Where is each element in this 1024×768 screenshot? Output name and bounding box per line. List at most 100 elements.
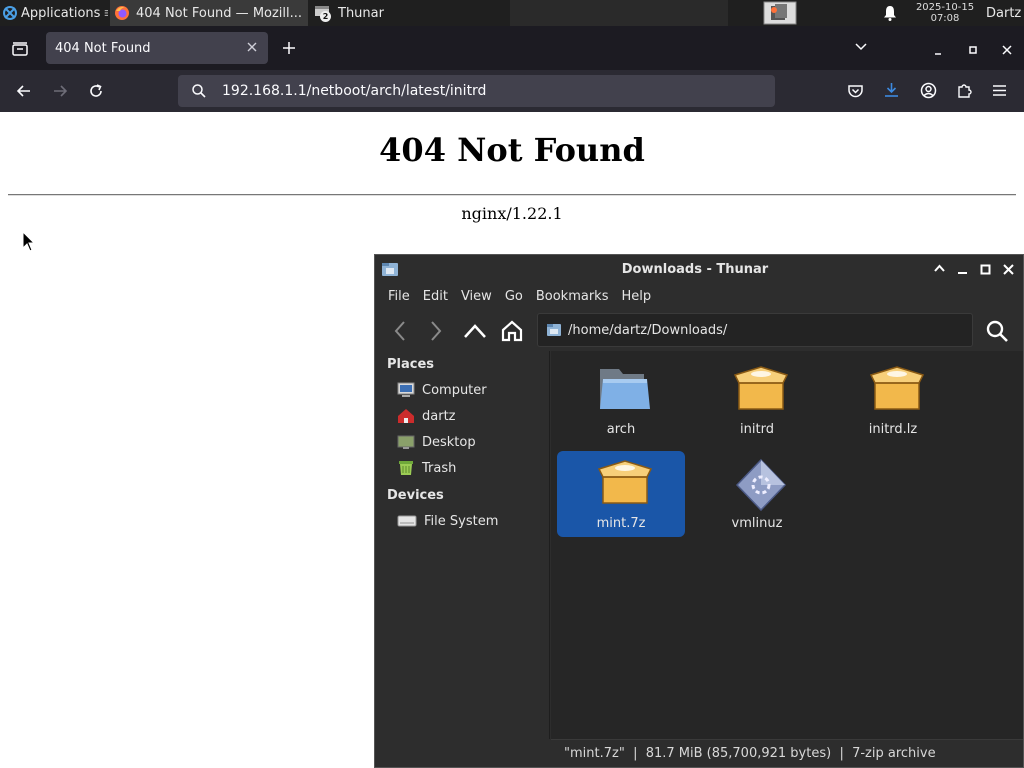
thunar-titlebar[interactable]: Downloads - Thunar [375, 255, 1023, 283]
pocket-icon[interactable] [847, 83, 864, 99]
clock-date: 2025-10-15 [915, 2, 975, 13]
desktop-icon [397, 434, 415, 450]
places-heading: Places [387, 357, 435, 372]
server-signature: nginx/1.22.1 [461, 204, 563, 223]
workspace-switcher[interactable] [732, 0, 828, 26]
sidebar-item-desktop[interactable]: Desktop [397, 430, 476, 454]
sidebar-item-label: dartz [422, 408, 456, 424]
tab-title: 404 Not Found [55, 40, 151, 56]
devices-heading: Devices [387, 488, 444, 503]
close-window-icon[interactable] [1001, 44, 1013, 56]
sidebar-item-label: Desktop [422, 434, 476, 450]
page-heading: 404 Not Found [379, 131, 645, 169]
tab-close-icon[interactable] [245, 40, 259, 54]
folder-icon [597, 363, 653, 415]
file-item-initrd[interactable]: initrd [693, 357, 821, 443]
file-item-initrd-lz[interactable]: initrd.lz [829, 357, 957, 443]
notifications-bell-icon[interactable] [876, 0, 904, 26]
home-folder-icon [397, 408, 415, 424]
file-label: mint.7z [596, 516, 646, 531]
firefox-icon [114, 5, 130, 21]
workspace-preview-icon [763, 1, 797, 25]
new-tab-plus-icon[interactable] [282, 41, 296, 55]
file-label: vmlinuz [731, 516, 783, 531]
sidebar-item-label: Computer [422, 382, 487, 398]
menu-file[interactable]: File [388, 289, 410, 304]
thunar-window-title: Downloads - Thunar [621, 262, 769, 277]
divider [8, 194, 1016, 196]
maximize-icon[interactable] [968, 45, 978, 55]
minimize-icon[interactable] [933, 46, 943, 56]
firefox-view-icon[interactable] [11, 40, 29, 56]
sidebar-item-trash[interactable]: Trash [397, 456, 456, 480]
clock[interactable]: 2025-10-15 07:08 [906, 0, 984, 26]
list-all-tabs-chevron-icon[interactable] [854, 42, 868, 52]
menu-grip-icon: ≡ [103, 6, 108, 21]
file-label: initrd.lz [868, 422, 918, 437]
reload-icon[interactable] [88, 83, 104, 99]
file-item-mint-7z[interactable]: mint.7z [557, 451, 685, 537]
thunar-app-icon [381, 261, 399, 277]
thunar-menubar: File Edit View Go Bookmarks Help [375, 283, 1023, 309]
file-item-vmlinuz[interactable]: vmlinuz [693, 451, 821, 537]
forward-arrow-icon[interactable] [52, 83, 69, 99]
search-icon[interactable] [985, 319, 1009, 343]
account-icon[interactable] [920, 82, 937, 99]
thunar-minimize-icon[interactable] [957, 265, 968, 275]
firefox-tab-bar: 404 Not Found [0, 26, 1024, 70]
thunar-toolbar: /home/dartz/Downloads/ [375, 311, 1023, 351]
clock-time: 07:08 [930, 13, 960, 24]
trash-icon [397, 460, 415, 476]
user-menu[interactable]: Dartz [986, 0, 1024, 26]
binary-executable-icon [733, 457, 789, 513]
sidebar-item-label: Trash [422, 460, 457, 476]
folder-location-icon [546, 323, 562, 337]
sidebar-item-file-system[interactable]: File System [397, 509, 498, 533]
search-icon [191, 83, 207, 99]
sidebar-item-label: File System [424, 513, 499, 529]
thunar-status-bar: "mint.7z" | 81.7 MiB (85,700,921 bytes) … [551, 739, 1023, 767]
downloads-icon[interactable] [883, 81, 900, 99]
firefox-nav-bar: 192.168.1.1/netboot/arch/latest/initrd [0, 70, 1024, 112]
url-bar[interactable]: 192.168.1.1/netboot/arch/latest/initrd [178, 75, 775, 107]
menu-view[interactable]: View [461, 289, 492, 304]
file-icon-view: arch initrd initrd.lz mint.7z vmlinuz [551, 351, 1023, 739]
taskbar-firefox[interactable]: 404 Not Found — Mozill... [110, 0, 308, 26]
taskbar-thunar-title: Thunar [338, 5, 384, 21]
menu-bookmarks[interactable]: Bookmarks [536, 289, 609, 304]
sidebar-item-dartz[interactable]: dartz [397, 404, 455, 428]
extensions-puzzle-icon[interactable] [956, 82, 973, 99]
menu-edit[interactable]: Edit [423, 289, 448, 304]
applications-label: Applications [21, 5, 101, 21]
tab-404-not-found[interactable]: 404 Not Found [46, 32, 268, 64]
status-text: "mint.7z" | 81.7 MiB (85,700,921 bytes) … [564, 746, 936, 761]
thunar-close-icon[interactable] [1003, 264, 1014, 275]
taskbar-empty-slot [510, 0, 728, 26]
parent-folder-up-icon[interactable] [463, 323, 487, 339]
taskbar-thunar[interactable]: 2 Thunar [310, 0, 508, 26]
home-icon[interactable] [500, 319, 524, 343]
applications-menu[interactable]: Applications ≡ [0, 0, 108, 26]
thunar-maximize-icon[interactable] [980, 264, 991, 275]
archive-box-icon [733, 363, 789, 415]
file-label: initrd [740, 422, 774, 437]
mouse-cursor-icon [22, 231, 36, 253]
window-count-badge: 2 [320, 11, 331, 22]
file-item-arch[interactable]: arch [557, 357, 685, 443]
shade-up-icon[interactable] [934, 264, 945, 273]
xfce-logo-icon [2, 5, 18, 21]
sidebar-item-computer[interactable]: Computer [397, 378, 487, 402]
back-arrow-icon[interactable] [15, 83, 32, 99]
archive-box-icon [869, 363, 925, 415]
menu-go[interactable]: Go [505, 289, 523, 304]
top-panel: Applications ≡ 404 Not Found — Mozill...… [0, 0, 1024, 26]
thunar-window: Downloads - Thunar File Edit View Go Boo… [374, 254, 1024, 768]
file-label: arch [606, 422, 636, 437]
hamburger-menu-icon[interactable] [992, 84, 1007, 97]
menu-help[interactable]: Help [621, 289, 651, 304]
forward-chevron-icon[interactable] [429, 320, 443, 342]
location-bar[interactable]: /home/dartz/Downloads/ [537, 313, 973, 347]
back-chevron-icon[interactable] [393, 320, 407, 342]
drive-icon [397, 514, 417, 528]
taskbar-firefox-title: 404 Not Found — Mozill... [136, 5, 303, 21]
